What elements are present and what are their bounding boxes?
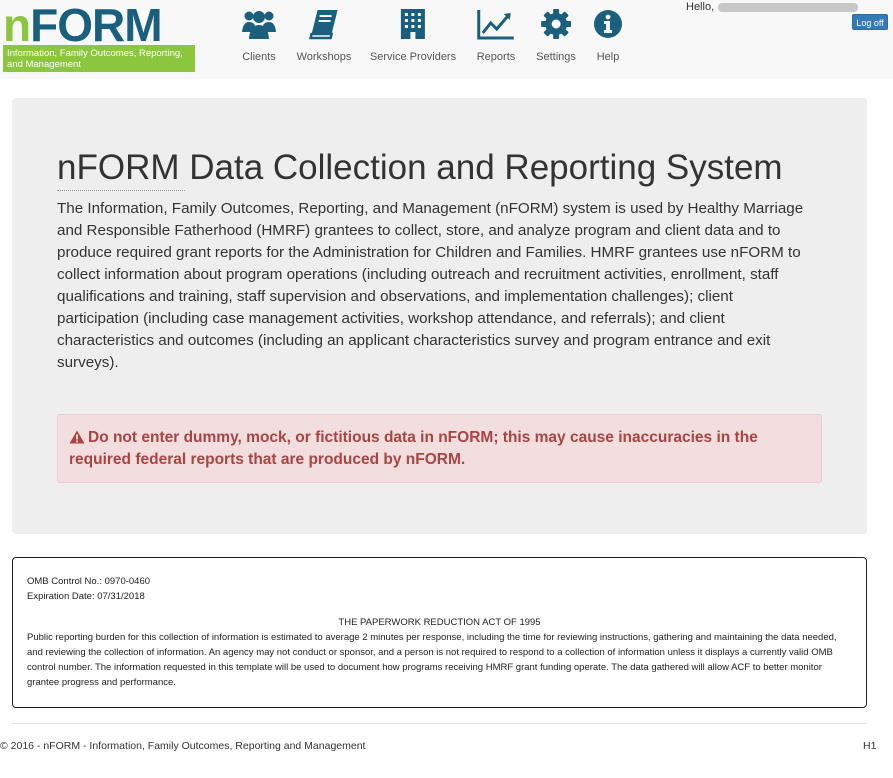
nav-service-providers[interactable]: Service Providers (370, 8, 456, 63)
nform-logo[interactable]: nFORM Information, Family Outcomes, Repo… (3, 0, 195, 72)
nav-label: Settings (536, 51, 576, 63)
greeting-text: Hello, (686, 1, 715, 13)
intro-text: The Information, Family Outcomes, Report… (57, 200, 804, 371)
nav-clients[interactable]: Clients (241, 8, 277, 63)
nav-label: Service Providers (369, 51, 457, 63)
footer-divider (12, 723, 867, 724)
omb-notice: OMB Control No.: 0970-0460 Expiration Da… (12, 557, 867, 708)
nav-label: Reports (476, 51, 516, 63)
logo-n: n (3, 0, 31, 51)
logo-form: FORM (30, 0, 162, 51)
alert-text: Do not enter dummy, mock, or fictitious … (69, 429, 758, 468)
user-greeting: Hello, (686, 1, 859, 13)
nav-help[interactable]: Help (593, 8, 623, 63)
nav-workshops[interactable]: Workshops (296, 8, 352, 63)
paperwork-act-title: THE PAPERWORK REDUCTION ACT OF 1995 (338, 617, 541, 628)
footer-code: H1 (863, 740, 877, 752)
logo-wordmark: nFORM (3, 0, 163, 51)
logo-tagline: Information, Family Outcomes, Reporting,… (3, 45, 195, 72)
intro-panel: nFORM Data Collection and Reporting Syst… (12, 98, 867, 534)
page-title: nFORM Data Collection and Reporting Syst… (57, 148, 783, 187)
footer-copyright: © 2016 - nFORM - Information, Family Out… (0, 740, 366, 752)
nav-settings[interactable]: Settings (536, 8, 576, 63)
nav-reports[interactable]: Reports (476, 8, 516, 63)
nav-label: Clients (242, 51, 276, 63)
logoff-button[interactable]: Log off (852, 14, 888, 30)
title-divider (57, 190, 185, 191)
gear-icon (541, 9, 571, 39)
info-icon (594, 10, 622, 38)
nav-label: Workshops (296, 51, 352, 63)
warning-alert: Do not enter dummy, mock, or fictitious … (57, 414, 822, 483)
redacted-username (718, 2, 859, 12)
omb-control-number: OMB Control No.: 0970-0460 (27, 576, 151, 587)
book-icon (309, 10, 338, 40)
omb-expiration-date: Expiration Date: 07/31/2018 (27, 591, 145, 602)
building-icon (400, 9, 425, 39)
line-chart-icon (477, 10, 514, 40)
warning-icon (69, 430, 85, 444)
top-navbar: nFORM Information, Family Outcomes, Repo… (0, 0, 893, 79)
paperwork-act-body: Public reporting burden for this collect… (27, 632, 837, 688)
nav-label: Help (596, 51, 620, 63)
users-icon (242, 11, 276, 39)
